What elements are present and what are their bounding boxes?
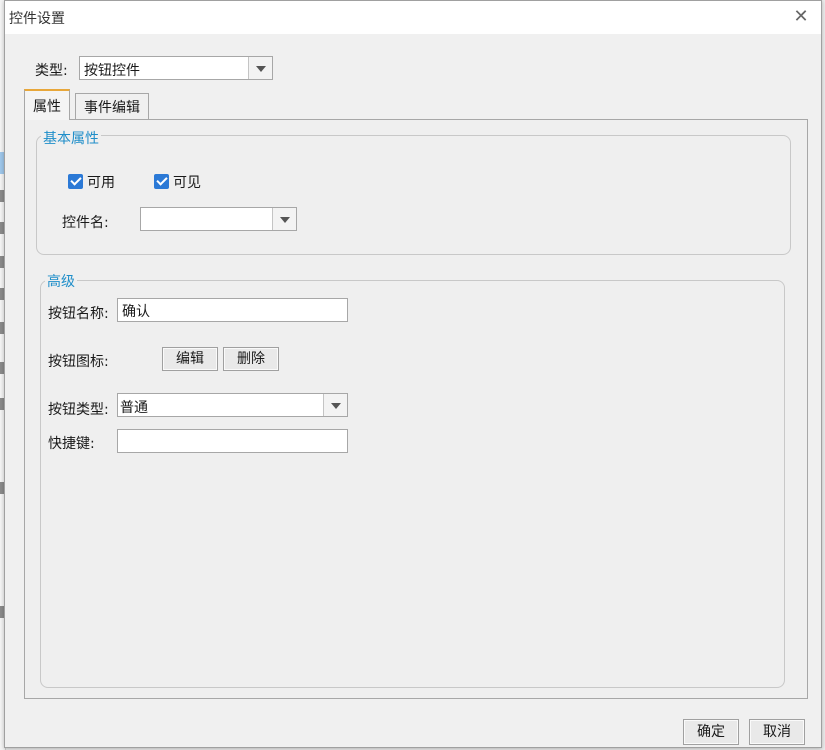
tab-event-editing[interactable]: 事件编辑 bbox=[75, 93, 149, 120]
chevron-down-icon[interactable] bbox=[272, 208, 296, 230]
control-settings-dialog: 控件设置 ✕ 类型: 按钮控件 属性 事件编辑 基本属性 可用 可见 控件名: … bbox=[4, 0, 822, 748]
button-name-label: 按钮名称: bbox=[48, 306, 109, 322]
type-select[interactable]: 按钮控件 bbox=[79, 56, 273, 80]
basic-properties-group bbox=[36, 135, 791, 255]
chevron-down-icon[interactable] bbox=[323, 394, 347, 416]
visible-label: 可见 bbox=[173, 175, 201, 191]
visible-checkbox[interactable] bbox=[154, 174, 169, 189]
control-name-select[interactable] bbox=[140, 207, 297, 231]
ok-button[interactable]: 确定 bbox=[683, 719, 739, 745]
cancel-button[interactable]: 取消 bbox=[749, 719, 805, 745]
basic-properties-legend: 基本属性 bbox=[41, 128, 101, 148]
delete-icon-button[interactable]: 删除 bbox=[223, 347, 279, 371]
title-bar: 控件设置 ✕ bbox=[5, 1, 821, 34]
edit-icon-button-label: 编辑 bbox=[176, 351, 204, 367]
hotkey-input[interactable] bbox=[117, 429, 348, 453]
button-icon-label: 按钮图标: bbox=[48, 354, 109, 370]
button-name-value: 确认 bbox=[122, 304, 150, 320]
tab-properties-label: 属性 bbox=[33, 99, 61, 115]
chevron-down-icon[interactable] bbox=[248, 57, 272, 79]
delete-icon-button-label: 删除 bbox=[237, 351, 265, 367]
type-select-value: 按钮控件 bbox=[84, 63, 140, 79]
tab-event-editing-label: 事件编辑 bbox=[84, 100, 140, 116]
close-icon[interactable]: ✕ bbox=[791, 7, 811, 27]
tab-properties[interactable]: 属性 bbox=[24, 89, 70, 120]
button-name-input[interactable]: 确认 bbox=[117, 298, 348, 322]
dialog-title: 控件设置 bbox=[9, 11, 65, 27]
ok-button-label: 确定 bbox=[697, 724, 725, 740]
button-type-select[interactable]: 普通 bbox=[117, 393, 348, 417]
advanced-group bbox=[40, 280, 785, 688]
control-name-label: 控件名: bbox=[62, 215, 109, 231]
hotkey-label: 快捷键: bbox=[48, 436, 95, 452]
properties-panel: 基本属性 可用 可见 控件名: 高级 按钮名称: 确认 按钮图标: 编辑 删除 … bbox=[24, 119, 808, 699]
enabled-checkbox[interactable] bbox=[68, 174, 83, 189]
enabled-label: 可用 bbox=[87, 175, 115, 191]
edit-icon-button[interactable]: 编辑 bbox=[162, 347, 218, 371]
type-label: 类型: bbox=[35, 63, 68, 79]
advanced-legend: 高级 bbox=[45, 271, 77, 291]
button-type-label: 按钮类型: bbox=[48, 402, 109, 418]
cancel-button-label: 取消 bbox=[763, 724, 791, 740]
button-type-value: 普通 bbox=[120, 400, 148, 416]
